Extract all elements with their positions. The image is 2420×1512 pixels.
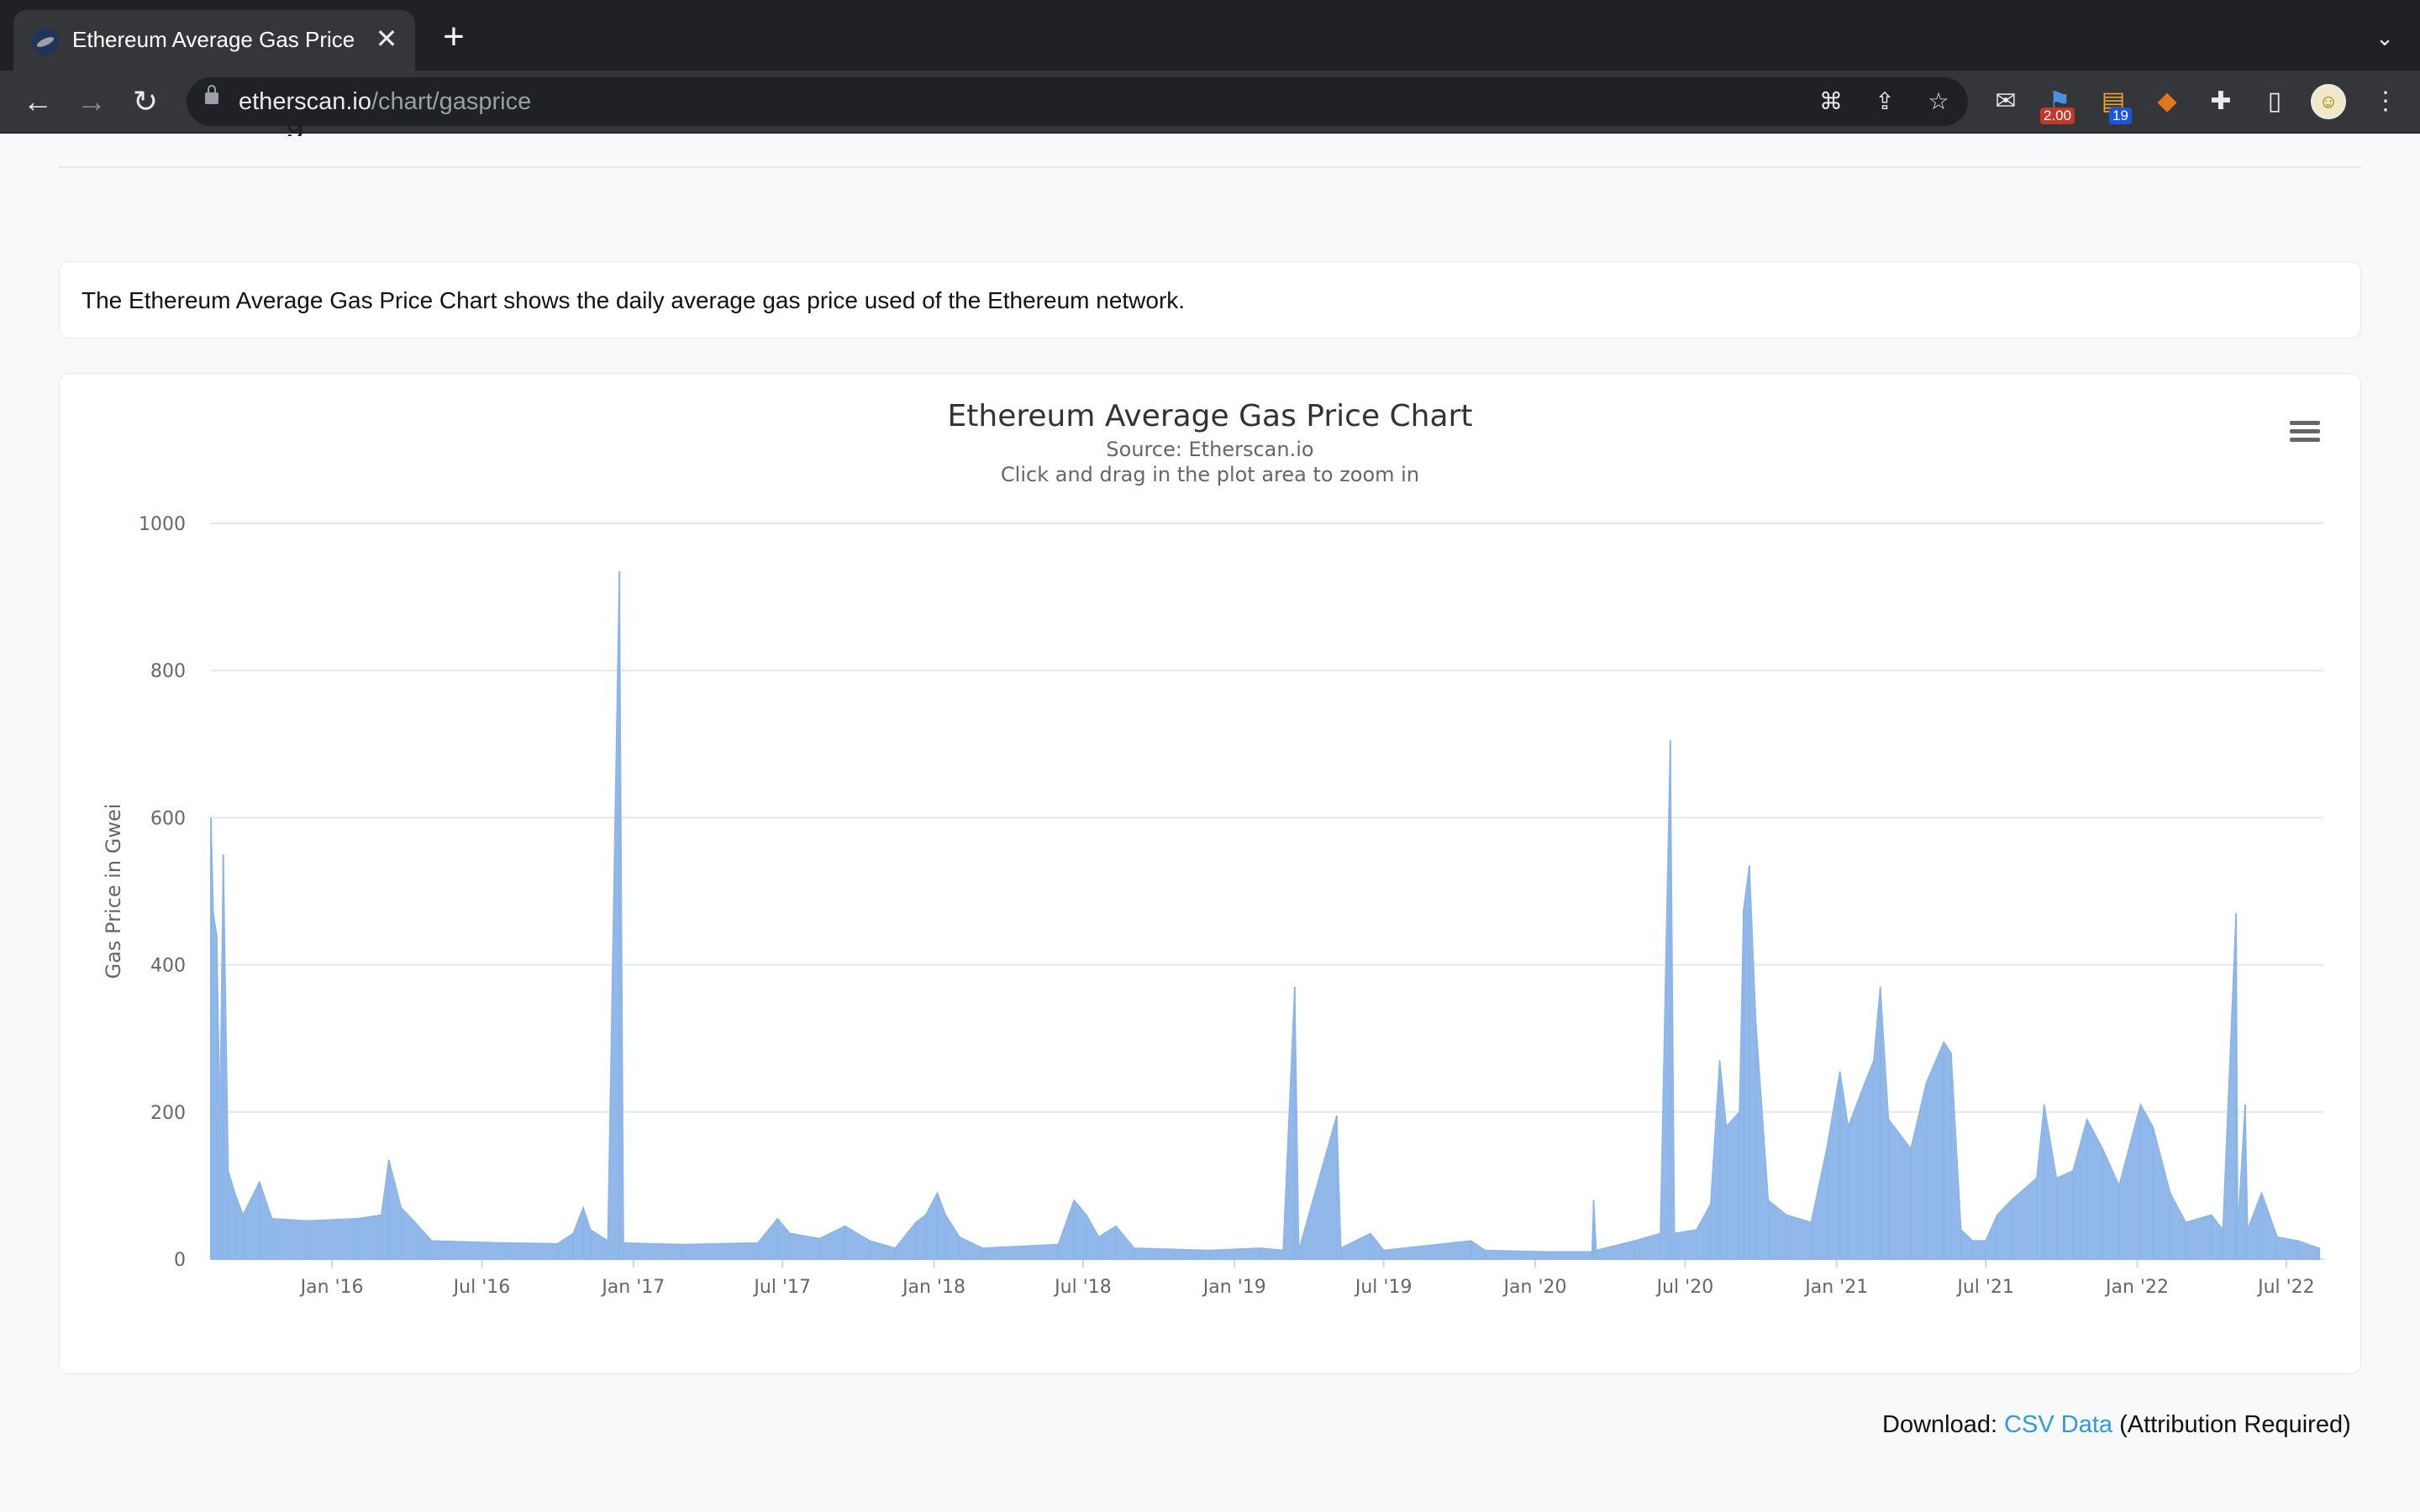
x-tick-label: Jan '19 xyxy=(1202,1277,1266,1298)
chart-description: The Ethereum Average Gas Price Chart sho… xyxy=(82,287,1186,313)
more-menu-icon[interactable]: ⋮ xyxy=(2370,86,2402,118)
gas-price-area xyxy=(210,570,2320,1260)
chart-card: Ethereum Average Gas Price Chart Source:… xyxy=(59,373,2361,1374)
chart-subtitle-hint: Click and drag in the plot area to zoom … xyxy=(1001,463,1419,486)
x-tick-label: Jul '16 xyxy=(452,1277,511,1298)
attribution-text: (Attribution Required) xyxy=(2112,1411,2351,1438)
y-tick-label: 600 xyxy=(150,808,186,829)
url-path: /chart/gasprice xyxy=(371,88,532,115)
x-tick-label: Jul '21 xyxy=(1955,1277,2014,1298)
new-tab-button[interactable]: + xyxy=(437,18,471,55)
x-tick-label: Jan '18 xyxy=(901,1277,965,1298)
x-tick-label: Jan '20 xyxy=(1502,1277,1567,1298)
description-card: The Ethereum Average Gas Price Chart sho… xyxy=(59,261,2361,339)
x-tick-label: Jul '20 xyxy=(1655,1277,1714,1298)
side-panel-icon[interactable]: ▯ xyxy=(2259,86,2291,118)
forward-arrow-icon[interactable]: → xyxy=(74,84,109,119)
avatar[interactable]: ☺ xyxy=(2311,84,2346,119)
puzzle-extensions-icon[interactable]: ✚ xyxy=(2205,86,2237,118)
bookmark-star-icon[interactable]: ☆ xyxy=(1926,89,1951,114)
extension-badge: 2.00 xyxy=(2040,108,2075,124)
x-tick-label: Jan '21 xyxy=(1803,1277,1868,1298)
chevron-down-icon[interactable]: ⌄ xyxy=(2370,25,2400,55)
browser-tab[interactable]: Ethereum Average Gas Price Chart | Ether… xyxy=(13,10,415,71)
x-tick-label: Jan '17 xyxy=(600,1277,665,1298)
page-heading-fragment: g xyxy=(286,124,336,136)
x-tick-label: Jan '22 xyxy=(2104,1277,2169,1298)
url-domain: etherscan.io xyxy=(239,88,371,115)
extension-badge: 19 xyxy=(2109,108,2132,124)
close-icon[interactable]: ✕ xyxy=(371,24,402,54)
x-tick-label: Jul '19 xyxy=(1354,1277,1413,1298)
x-tick-label: Jul '18 xyxy=(1053,1277,1112,1298)
y-tick-label: 200 xyxy=(150,1103,186,1124)
y-tick-label: 800 xyxy=(150,661,186,682)
chart-menu-icon[interactable] xyxy=(2290,421,2320,442)
x-tick-label: Jan '16 xyxy=(299,1277,364,1298)
download-line: Download: CSV Data (Attribution Required… xyxy=(1882,1411,2351,1439)
etherscan-favicon-icon xyxy=(32,29,59,55)
translate-icon[interactable]: ⌘ xyxy=(1818,89,1844,114)
browser-tab-bar: Ethereum Average Gas Price Chart | Ether… xyxy=(0,0,2420,71)
divider xyxy=(59,166,2361,168)
fox-wallet-extension-icon[interactable]: ◆ xyxy=(2151,86,2183,118)
chart-subtitle: Source: Etherscan.io xyxy=(1106,438,1313,461)
chart-title: Ethereum Average Gas Price Chart xyxy=(948,399,1473,433)
x-tick-label: Jul '17 xyxy=(752,1277,811,1298)
lock-icon[interactable] xyxy=(205,85,218,104)
y-tick-label: 1000 xyxy=(139,514,186,535)
address-bar[interactable]: etherscan.io/chart/gasprice ⌘ ⇪ ☆ xyxy=(187,77,1968,126)
browser-toolbar: ← → ↻ etherscan.io/chart/gasprice ⌘ ⇪ ☆ … xyxy=(0,71,2420,134)
reload-icon[interactable]: ↻ xyxy=(128,84,163,119)
mail-extension-icon[interactable]: ✉ xyxy=(1990,86,2022,118)
gas-price-chart[interactable]: Ethereum Average Gas Price Chart Source:… xyxy=(60,374,2360,1373)
y-tick-label: 400 xyxy=(150,956,186,977)
back-arrow-icon[interactable]: ← xyxy=(20,84,55,119)
url-text[interactable]: etherscan.io/chart/gasprice xyxy=(239,88,531,116)
y-axis-title: Gas Price in Gwei xyxy=(102,804,125,979)
x-tick-label: Jul '22 xyxy=(2256,1277,2315,1298)
csv-data-link[interactable]: CSV Data xyxy=(2004,1411,2112,1438)
download-label: Download: xyxy=(1882,1411,2005,1438)
share-icon[interactable]: ⇪ xyxy=(1872,89,1897,114)
tab-title: Ethereum Average Gas Price Chart | Ether… xyxy=(72,27,358,52)
y-tick-label: 0 xyxy=(174,1250,186,1271)
